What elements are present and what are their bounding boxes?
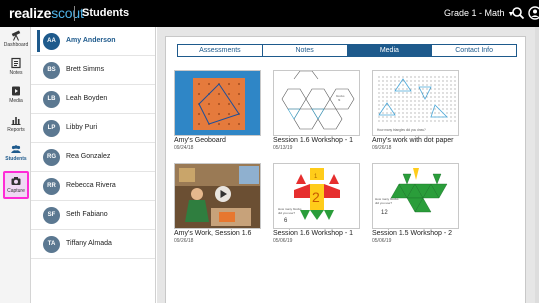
avatar: LB bbox=[43, 91, 60, 108]
triangle-blocks-image[interactable]: How many blocks did you use? 12 bbox=[372, 163, 459, 229]
grade-selector[interactable]: Grade 1 - Math ▼ bbox=[444, 8, 514, 18]
student-row-tiffany-almada[interactable]: TA Tiffany Almada bbox=[31, 230, 155, 259]
avatar: AA bbox=[43, 33, 60, 50]
top-bar-divider bbox=[74, 6, 75, 21]
logo-realize-text: realize bbox=[9, 5, 52, 21]
page-title: Students bbox=[82, 7, 130, 19]
media-icon bbox=[12, 86, 20, 96]
media-title: Session 1.6 Workshop - 1 bbox=[273, 230, 354, 237]
geoboard-photo[interactable] bbox=[174, 70, 261, 136]
svg-text:2: 2 bbox=[312, 189, 320, 205]
rail-label: Students bbox=[5, 156, 27, 162]
student-name: Rebecca Rivera bbox=[66, 182, 116, 189]
tab-contact-info[interactable]: Contact Info bbox=[432, 45, 516, 56]
svg-text:fit: fit bbox=[338, 98, 341, 102]
hexagon-worksheet-image[interactable]: blocks fit bbox=[273, 70, 360, 136]
student-name: Rea Gonzalez bbox=[66, 153, 111, 160]
svg-text:did you use?: did you use? bbox=[278, 211, 295, 215]
search-icon[interactable] bbox=[511, 6, 525, 20]
avatar: RG bbox=[43, 149, 60, 166]
people-icon bbox=[11, 145, 21, 153]
media-date: 05/06/19 bbox=[273, 238, 293, 244]
student-row-brett-simms[interactable]: BS Brett Simms bbox=[31, 56, 155, 85]
student-row-rebecca-rivera[interactable]: RR Rebecca Rivera bbox=[31, 172, 155, 201]
rail-label: Reports bbox=[7, 127, 25, 133]
svg-text:12: 12 bbox=[381, 210, 388, 216]
rail-label: Capture bbox=[7, 188, 25, 194]
student-name: Tiffany Almada bbox=[66, 240, 112, 247]
media-date: 05/13/19 bbox=[273, 145, 293, 151]
main-content: Assessments Notes Media Contact Info Amy… bbox=[157, 27, 539, 303]
student-name: Leah Boyden bbox=[66, 95, 108, 102]
student-detail-panel: Assessments Notes Media Contact Info Amy… bbox=[165, 36, 526, 303]
media-title: Amy's work with dot paper bbox=[372, 137, 454, 144]
camera-icon bbox=[11, 177, 21, 185]
user-account-icon[interactable] bbox=[528, 6, 539, 20]
rail-label: Dashboard bbox=[3, 42, 29, 48]
student-row-leah-boyden[interactable]: LB Leah Boyden bbox=[31, 85, 155, 114]
rail-item-capture[interactable]: Capture bbox=[3, 171, 29, 199]
classroom-video[interactable] bbox=[174, 163, 261, 229]
rail-item-dashboard[interactable]: Dashboard bbox=[1, 29, 31, 55]
student-name: Brett Simms bbox=[66, 66, 105, 73]
dot-paper-image[interactable]: How many triangles did you draw? bbox=[372, 70, 459, 136]
media-title: Amy's Work, Session 1.6 bbox=[174, 230, 252, 237]
media-date: 05/06/19 bbox=[372, 238, 392, 244]
student-row-libby-puri[interactable]: LP Libby Puri bbox=[31, 114, 155, 143]
media-title: Session 1.6 Workshop - 1 bbox=[273, 137, 354, 144]
media-date: 09/26/18 bbox=[174, 238, 194, 244]
svg-text:How many triangles did you dra: How many triangles did you draw? bbox=[377, 128, 426, 132]
student-name: Amy Anderson bbox=[66, 37, 116, 44]
avatar: LP bbox=[43, 120, 60, 137]
bar-chart-icon bbox=[11, 117, 21, 125]
detail-tabs: Assessments Notes Media Contact Info bbox=[177, 44, 517, 57]
rail-label: Media bbox=[9, 98, 23, 104]
student-row-rea-gonzalez[interactable]: RG Rea Gonzalez bbox=[31, 143, 155, 172]
scrollbar[interactable] bbox=[535, 27, 539, 303]
media-title: Amy's Geoboard bbox=[174, 137, 226, 144]
student-row-amy-anderson[interactable]: AA Amy Anderson bbox=[31, 27, 155, 56]
logo-scout-text: scout bbox=[51, 5, 84, 21]
telescope-icon bbox=[11, 30, 21, 41]
media-date: 09/24/18 bbox=[174, 145, 194, 151]
student-list: AA Amy Anderson BS Brett Simms LB Leah B… bbox=[31, 27, 156, 303]
app-logo[interactable]: realizescout bbox=[9, 5, 84, 21]
rail-label: Notes bbox=[9, 70, 23, 76]
nav-rail: Dashboard Notes Media Reports Students C… bbox=[0, 27, 31, 303]
rail-item-media[interactable]: Media bbox=[1, 85, 31, 111]
avatar: RR bbox=[43, 178, 60, 195]
media-date: 09/26/18 bbox=[372, 145, 392, 151]
student-row-seth-fabiano[interactable]: SF Seth Fabiano bbox=[31, 201, 155, 230]
rail-item-reports[interactable]: Reports bbox=[1, 114, 31, 140]
top-bar: realizescout Students Grade 1 - Math ▼ bbox=[0, 0, 539, 27]
avatar: BS bbox=[43, 62, 60, 79]
student-name: Seth Fabiano bbox=[66, 211, 108, 218]
student-name: Libby Puri bbox=[66, 124, 98, 131]
media-title: Session 1.5 Workshop - 2 bbox=[372, 230, 453, 237]
svg-text:did you use?: did you use? bbox=[375, 201, 392, 205]
grade-selector-label: Grade 1 - Math bbox=[444, 8, 505, 18]
tab-notes[interactable]: Notes bbox=[263, 45, 348, 56]
tab-assessments[interactable]: Assessments bbox=[178, 45, 263, 56]
rail-item-notes[interactable]: Notes bbox=[1, 57, 31, 83]
pattern-blocks-image[interactable]: 2 1 How many blocks did you use? 6 bbox=[273, 163, 360, 229]
rail-item-students[interactable]: Students bbox=[1, 143, 31, 169]
note-icon bbox=[11, 57, 21, 69]
tab-media[interactable]: Media bbox=[347, 45, 433, 56]
avatar: TA bbox=[43, 236, 60, 253]
avatar: SF bbox=[43, 207, 60, 224]
